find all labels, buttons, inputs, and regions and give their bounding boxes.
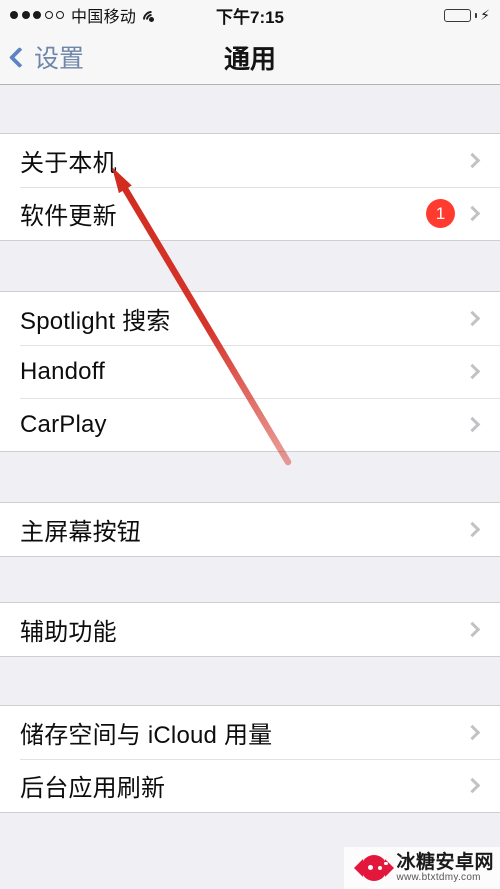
candy-gamepad-logo-icon — [354, 854, 395, 881]
chevron-right-icon — [464, 205, 481, 222]
row-accessory — [464, 416, 486, 433]
battery-cap — [475, 12, 478, 18]
row-accessory — [464, 521, 486, 538]
row-accessory — [464, 310, 486, 327]
chevron-left-icon — [8, 46, 31, 68]
wifi-icon — [139, 6, 164, 32]
watermark-text: 冰糖安卓网 www.btxtdmy.com — [396, 851, 494, 883]
signal-dot-3 — [33, 11, 41, 19]
chevron-right-icon — [464, 724, 481, 741]
row-label: CarPlay — [20, 410, 107, 438]
row-label: 储存空间与 iCloud 用量 — [20, 722, 273, 749]
row-accessory — [464, 152, 486, 169]
group-separator-1 — [0, 241, 500, 291]
status-bar-right: ⚡ — [444, 8, 490, 22]
back-button[interactable]: 设置 — [8, 39, 85, 75]
chevron-right-icon — [464, 621, 481, 638]
group-separator-4 — [0, 657, 500, 705]
row-label: 后台应用刷新 — [20, 775, 166, 802]
row-accessory — [464, 777, 486, 794]
row-label: Spotlight 搜索 — [20, 308, 171, 335]
table-row[interactable]: 后台应用刷新 — [0, 759, 500, 812]
chevron-right-icon — [464, 152, 481, 169]
battery-icon — [444, 8, 472, 22]
table-row[interactable]: CarPlay — [0, 398, 500, 451]
settings-group-2: 主屏幕按钮 — [0, 502, 500, 557]
row-accessory — [464, 363, 486, 380]
status-bar-left: 中国移动 — [10, 3, 164, 32]
settings-group-1: Spotlight 搜索 Handoff CarPlay — [0, 291, 500, 452]
signal-dot-4 — [44, 11, 53, 19]
settings-group-4: 储存空间与 iCloud 用量 后台应用刷新 — [0, 705, 500, 813]
chevron-right-icon — [464, 777, 481, 794]
row-accessory — [464, 724, 486, 741]
row-label: 主屏幕按钮 — [20, 519, 141, 546]
table-row[interactable]: 软件更新 1 — [0, 187, 500, 240]
charging-bolt-icon: ⚡ — [480, 7, 490, 23]
chevron-right-icon — [464, 521, 481, 538]
row-label: 软件更新 — [20, 203, 117, 230]
settings-list[interactable]: 关于本机软件更新 1 Spotlight 搜索 Handoff CarPlay 主屏幕按钮… — [0, 85, 500, 813]
row-accessory: 1 — [426, 199, 486, 228]
chevron-right-icon — [464, 363, 481, 380]
settings-group-0: 关于本机软件更新 1 — [0, 133, 500, 241]
table-row[interactable]: 主屏幕按钮 — [0, 503, 500, 556]
back-button-label: 设置 — [34, 45, 85, 73]
group-separator-2 — [0, 452, 500, 502]
settings-group-3: 辅助功能 — [0, 602, 500, 657]
table-row[interactable]: Spotlight 搜索 — [0, 292, 500, 345]
watermark-site-name: 冰糖安卓网 — [396, 851, 494, 873]
table-row[interactable]: 辅助功能 — [0, 603, 500, 656]
status-bar: 中国移动 下午7:15 ⚡ — [0, 0, 500, 32]
signal-dot-5 — [56, 11, 64, 19]
watermark-site-url: www.btxtdmy.com — [396, 871, 481, 883]
chevron-right-icon — [464, 416, 481, 433]
iphone-settings-screen: 中国移动 下午7:15 ⚡ 设置 通用 关于本机软件更新 1 Spotlight 搜… — [0, 0, 500, 889]
row-label: 关于本机 — [20, 150, 117, 177]
signal-strength-dots — [10, 11, 64, 19]
status-badge: 1 — [426, 199, 455, 228]
group-separator-0 — [0, 85, 500, 133]
carrier-label: 中国移动 — [71, 9, 137, 26]
table-row[interactable]: Handoff — [0, 345, 500, 398]
row-label: 辅助功能 — [20, 619, 117, 646]
chevron-right-icon — [464, 310, 481, 327]
watermark: 冰糖安卓网 www.btxtdmy.com — [344, 846, 500, 889]
navigation-bar: 设置 通用 — [0, 30, 500, 85]
row-label: Handoff — [20, 357, 106, 385]
row-accessory — [464, 621, 486, 638]
group-separator-3 — [0, 557, 500, 602]
table-row[interactable]: 储存空间与 iCloud 用量 — [0, 706, 500, 759]
signal-dot-1 — [10, 11, 18, 19]
signal-dot-2 — [21, 11, 30, 19]
table-row[interactable]: 关于本机 — [0, 134, 500, 187]
